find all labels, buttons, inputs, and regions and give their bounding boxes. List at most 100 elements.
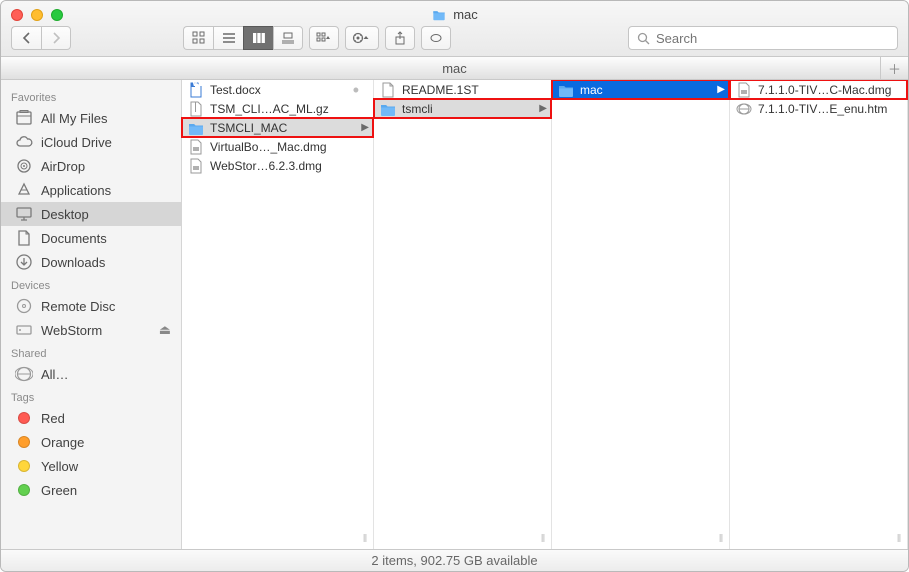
folder-icon — [380, 101, 396, 117]
eject-icon[interactable]: ⏏ — [159, 322, 171, 338]
sidebar-item-red[interactable]: Red — [1, 406, 181, 430]
icloud-icon — [15, 133, 33, 151]
tags-button[interactable] — [421, 26, 451, 50]
sidebar-item-label: iCloud Drive — [41, 135, 112, 150]
window-title: mac — [1, 7, 908, 22]
finder-window: mac mac ＋ — [0, 0, 909, 572]
action-button[interactable] — [345, 26, 379, 50]
sidebar-item-orange[interactable]: Orange — [1, 430, 181, 454]
archive-icon — [188, 101, 204, 117]
file-label: README.1ST — [402, 83, 537, 97]
sidebar-item-downloads[interactable]: Downloads — [1, 250, 181, 274]
forward-button[interactable] — [41, 26, 71, 50]
search-icon — [637, 32, 650, 45]
column-resize-handle[interactable]: ‖ — [357, 533, 373, 549]
sidebar-item-label: Downloads — [41, 255, 105, 270]
file-label: 7.1.1.0-TIV…C-Mac.dmg — [758, 83, 893, 97]
sidebar-item-label: Desktop — [41, 207, 89, 222]
content: Favorites All My Files iCloud Drive AirDrop… — [1, 80, 908, 549]
column-1: README.1ST tsmcli▶ ‖ — [374, 80, 552, 549]
column-2: mac▶ ‖ — [552, 80, 730, 549]
dmg-icon — [188, 158, 204, 174]
sidebar-item-label: All My Files — [41, 111, 107, 126]
arrange-button[interactable] — [309, 26, 339, 50]
sidebar-item-label: Documents — [41, 231, 107, 246]
back-button[interactable] — [11, 26, 41, 50]
zoom-button[interactable] — [51, 9, 63, 21]
titlebar: mac — [1, 1, 908, 57]
tag-icon — [15, 409, 33, 427]
sidebar-item-icloud-drive[interactable]: iCloud Drive — [1, 130, 181, 154]
desktop-icon — [15, 205, 33, 223]
applications-icon — [15, 181, 33, 199]
toolbar — [11, 26, 898, 50]
all-my-files-icon — [15, 109, 33, 127]
folder-icon — [558, 82, 574, 98]
sidebar-item-label: WebStorm — [41, 323, 102, 338]
file-row[interactable]: 7.1.1.0-TIV…C-Mac.dmg — [730, 80, 907, 99]
sidebar-section-header: Tags — [1, 386, 181, 406]
column-resize-handle[interactable]: ‖ — [713, 533, 729, 549]
minimize-button[interactable] — [31, 9, 43, 21]
disc-icon — [15, 297, 33, 315]
chevron-right-icon: ▶ — [717, 84, 725, 95]
sidebar-item-applications[interactable]: Applications — [1, 178, 181, 202]
file-label: VirtualBo…_Mac.dmg — [210, 140, 359, 154]
column-resize-handle[interactable]: ‖ — [891, 533, 907, 549]
chevron-right-icon: ▶ — [361, 122, 369, 133]
file-row[interactable]: tsmcli▶ — [374, 99, 551, 118]
sidebar-item-label: Orange — [41, 435, 84, 450]
file-label: Test.docx — [210, 83, 347, 97]
dmg-icon — [188, 139, 204, 155]
sidebar-item-yellow[interactable]: Yellow — [1, 454, 181, 478]
new-tab-button[interactable]: ＋ — [880, 57, 908, 79]
tab[interactable]: mac — [442, 61, 467, 76]
file-label: mac — [580, 83, 715, 97]
search-field[interactable] — [628, 26, 898, 50]
file-label: TSM_CLI…AC_ML.gz — [210, 102, 359, 116]
file-row[interactable]: README.1ST — [374, 80, 551, 99]
downloads-icon — [15, 253, 33, 271]
nav-buttons — [11, 26, 71, 50]
column-3: 7.1.1.0-TIV…C-Mac.dmg 7.1.1.0-TIV…E_enu.h… — [730, 80, 908, 549]
sidebar-item-remote-disc[interactable]: Remote Disc — [1, 294, 181, 318]
file-row[interactable]: WebStor…6.2.3.dmg — [182, 156, 373, 175]
sidebar: Favorites All My Files iCloud Drive AirDrop… — [1, 80, 182, 549]
file-label: TSMCLI_MAC — [210, 121, 359, 135]
sidebar-item-green[interactable]: Green — [1, 478, 181, 502]
file-row[interactable]: Test.docx• — [182, 80, 373, 99]
list-view-button[interactable] — [213, 26, 243, 50]
column-view-button[interactable] — [243, 26, 273, 50]
file-row[interactable]: VirtualBo…_Mac.dmg — [182, 137, 373, 156]
globe-icon — [15, 365, 33, 383]
airdrop-icon — [15, 157, 33, 175]
sidebar-item-label: Green — [41, 483, 77, 498]
coverflow-view-button[interactable] — [273, 26, 303, 50]
file-row[interactable]: TSMCLI_MAC▶ — [182, 118, 373, 137]
file-label: WebStor…6.2.3.dmg — [210, 159, 359, 173]
status-bar: 2 items, 902.75 GB available — [1, 549, 908, 571]
tag-icon — [15, 433, 33, 451]
file-icon — [380, 82, 396, 98]
file-row[interactable]: 7.1.1.0-TIV…E_enu.htm — [730, 99, 907, 118]
share-button[interactable] — [385, 26, 415, 50]
sidebar-item-documents[interactable]: Documents — [1, 226, 181, 250]
sidebar-item-label: Red — [41, 411, 65, 426]
file-row[interactable]: mac▶ — [552, 80, 729, 99]
icon-view-button[interactable] — [183, 26, 213, 50]
sidebar-item-all-my-files[interactable]: All My Files — [1, 106, 181, 130]
window-controls — [11, 9, 63, 21]
column-resize-handle[interactable]: ‖ — [535, 533, 551, 549]
sidebar-item-label: AirDrop — [41, 159, 85, 174]
close-button[interactable] — [11, 9, 23, 21]
tag-icon — [15, 457, 33, 475]
htm-icon — [736, 101, 752, 117]
sidebar-item-desktop[interactable]: Desktop — [1, 202, 181, 226]
file-label: tsmcli — [402, 102, 537, 116]
sidebar-item-webstorm[interactable]: WebStorm ⏏ — [1, 318, 181, 342]
sidebar-item-airdrop[interactable]: AirDrop — [1, 154, 181, 178]
search-input[interactable] — [656, 31, 889, 46]
sidebar-section-header: Favorites — [1, 86, 181, 106]
file-row[interactable]: TSM_CLI…AC_ML.gz — [182, 99, 373, 118]
sidebar-item-all-[interactable]: All… — [1, 362, 181, 386]
